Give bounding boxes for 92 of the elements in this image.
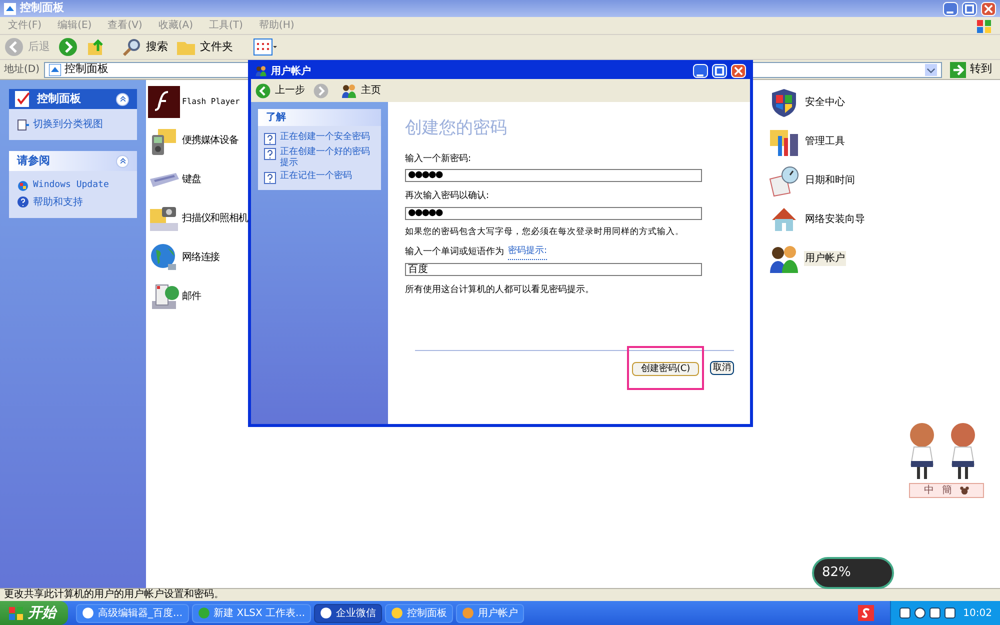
control-panel-item[interactable]: 网络安装向导: [804, 212, 866, 227]
start-button[interactable]: 开始: [0, 601, 68, 625]
hint-note: 所有使用这台计算机的人都可以看见密码提示。: [405, 284, 595, 297]
panel-title: 控制面板: [37, 90, 82, 107]
control-panel-item[interactable]: 网络连接: [182, 250, 220, 265]
sidebar-link[interactable]: Windows Update: [33, 179, 109, 192]
close-icon: [982, 2, 995, 14]
percent-reading: 82%: [822, 564, 851, 582]
users-icon: [341, 82, 357, 98]
address-label: 地址(D): [4, 62, 40, 77]
cancel-button[interactable]: 取消: [710, 360, 734, 375]
password-field[interactable]: ●●●●●: [405, 169, 702, 182]
dropdown-icon[interactable]: [925, 64, 937, 76]
control-panel-item[interactable]: 邮件: [182, 289, 201, 304]
view-icon: [17, 118, 29, 130]
field-label: 输入一个单词或短语作为: [405, 246, 504, 259]
panel-title: 请参阅: [17, 152, 51, 169]
app-icon: [391, 607, 404, 619]
calendar-clock-icon: [768, 164, 800, 196]
mouse-icon: [960, 486, 969, 495]
control-panel-item[interactable]: 键盘: [182, 172, 201, 187]
taskbar-button[interactable]: 高级编辑器_百度...: [76, 604, 189, 622]
chevron-up-icon: [118, 95, 126, 103]
taskbar-button[interactable]: 新建 XLSX 工作表...: [192, 604, 312, 622]
hint-link[interactable]: 密码提示:: [508, 245, 548, 260]
minimize-button[interactable]: [943, 2, 958, 16]
folders-button[interactable]: 文件夹: [176, 37, 233, 57]
close-button[interactable]: [981, 2, 996, 16]
taskbar-button[interactable]: 用户帐户: [456, 604, 524, 622]
app-icon: [320, 607, 332, 619]
collapse-button[interactable]: [116, 154, 129, 168]
control-panel-item[interactable]: Flash Player: [182, 96, 240, 108]
help-link[interactable]: 正在记住一个密码: [280, 171, 352, 182]
language-button[interactable]: 中: [924, 483, 934, 498]
minimize-icon: [696, 74, 704, 76]
control-panel-item[interactable]: 便携媒体设备: [182, 133, 238, 148]
minimize-button[interactable]: [693, 64, 708, 78]
dialog-title: 用户帐户: [271, 64, 312, 78]
sidebar-link[interactable]: 切换到分类视图: [33, 117, 103, 132]
hint-field[interactable]: 百度: [405, 262, 702, 276]
maximize-icon: [963, 2, 976, 14]
control-panel-item[interactable]: 安全中心: [804, 95, 846, 110]
maximize-icon: [713, 65, 726, 77]
sidebar-link[interactable]: 帮助和支持: [33, 194, 83, 210]
globe-icon: [17, 180, 29, 192]
collapse-button[interactable]: [116, 92, 129, 106]
help-link[interactable]: 正在创建一个安全密码: [280, 132, 370, 143]
maximize-button[interactable]: [962, 2, 977, 16]
close-button[interactable]: [731, 64, 746, 78]
app-icon: [82, 607, 94, 619]
control-panel-item[interactable]: 用户帐户: [804, 251, 846, 266]
learn-title: 了解: [258, 109, 381, 126]
control-panel-item[interactable]: 扫描仪和照相机: [182, 211, 248, 226]
search-button[interactable]: 搜索: [122, 37, 168, 57]
go-button[interactable]: 转到: [946, 61, 996, 78]
control-panel-icon: [4, 2, 16, 14]
app-icon: [462, 607, 474, 619]
chevron-up-icon: [118, 157, 126, 165]
help-icon: [17, 196, 29, 208]
field-label: 输入一个新密码:: [405, 152, 472, 166]
users-icon: [255, 65, 267, 77]
help-icon: [264, 172, 276, 184]
close-icon: [732, 65, 745, 77]
language-button[interactable]: 簡: [942, 483, 952, 498]
sogou-icon[interactable]: [858, 605, 874, 621]
help-link[interactable]: 正在创建一个好的密码提示: [280, 147, 375, 169]
tray-app-icon[interactable]: [899, 607, 912, 619]
help-icon: [264, 133, 276, 145]
windows-logo-icon: [976, 18, 992, 34]
window-title: 控制面板: [20, 0, 65, 16]
caps-note: 如果您的密码包含大写字母，您必须在每次登录时用同样的方式输入。: [405, 226, 685, 238]
dialog-heading: 创建您的密码: [405, 117, 508, 140]
taskbar-button[interactable]: 控制面板: [385, 604, 454, 622]
control-panel-item[interactable]: 日期和时间: [804, 173, 856, 188]
maximize-button[interactable]: [712, 64, 727, 78]
minimize-icon: [946, 11, 954, 14]
control-panel-item[interactable]: 管理工具: [804, 134, 846, 149]
status-bar: 更改共享此计算机的用户的用户帐户设置和密码。: [0, 588, 1000, 601]
password-field[interactable]: ●●●●●: [405, 206, 702, 220]
clock: 10:02: [963, 606, 992, 620]
home-button[interactable]: 主页: [341, 82, 381, 98]
help-icon: [264, 148, 276, 160]
windows-logo-icon: [8, 605, 24, 621]
back-button[interactable]: 上一步: [255, 82, 305, 98]
app-icon: [198, 607, 210, 619]
create-password-button[interactable]: 创建密码(C): [632, 362, 699, 376]
field-label: 再次输入密码以确认:: [405, 190, 490, 203]
search-icon: [122, 37, 142, 57]
taskbar-button[interactable]: 企业微信: [314, 604, 382, 622]
views-icon[interactable]: [253, 37, 277, 57]
arrow-icon: [950, 62, 966, 78]
keyboard-icon: [148, 172, 180, 188]
